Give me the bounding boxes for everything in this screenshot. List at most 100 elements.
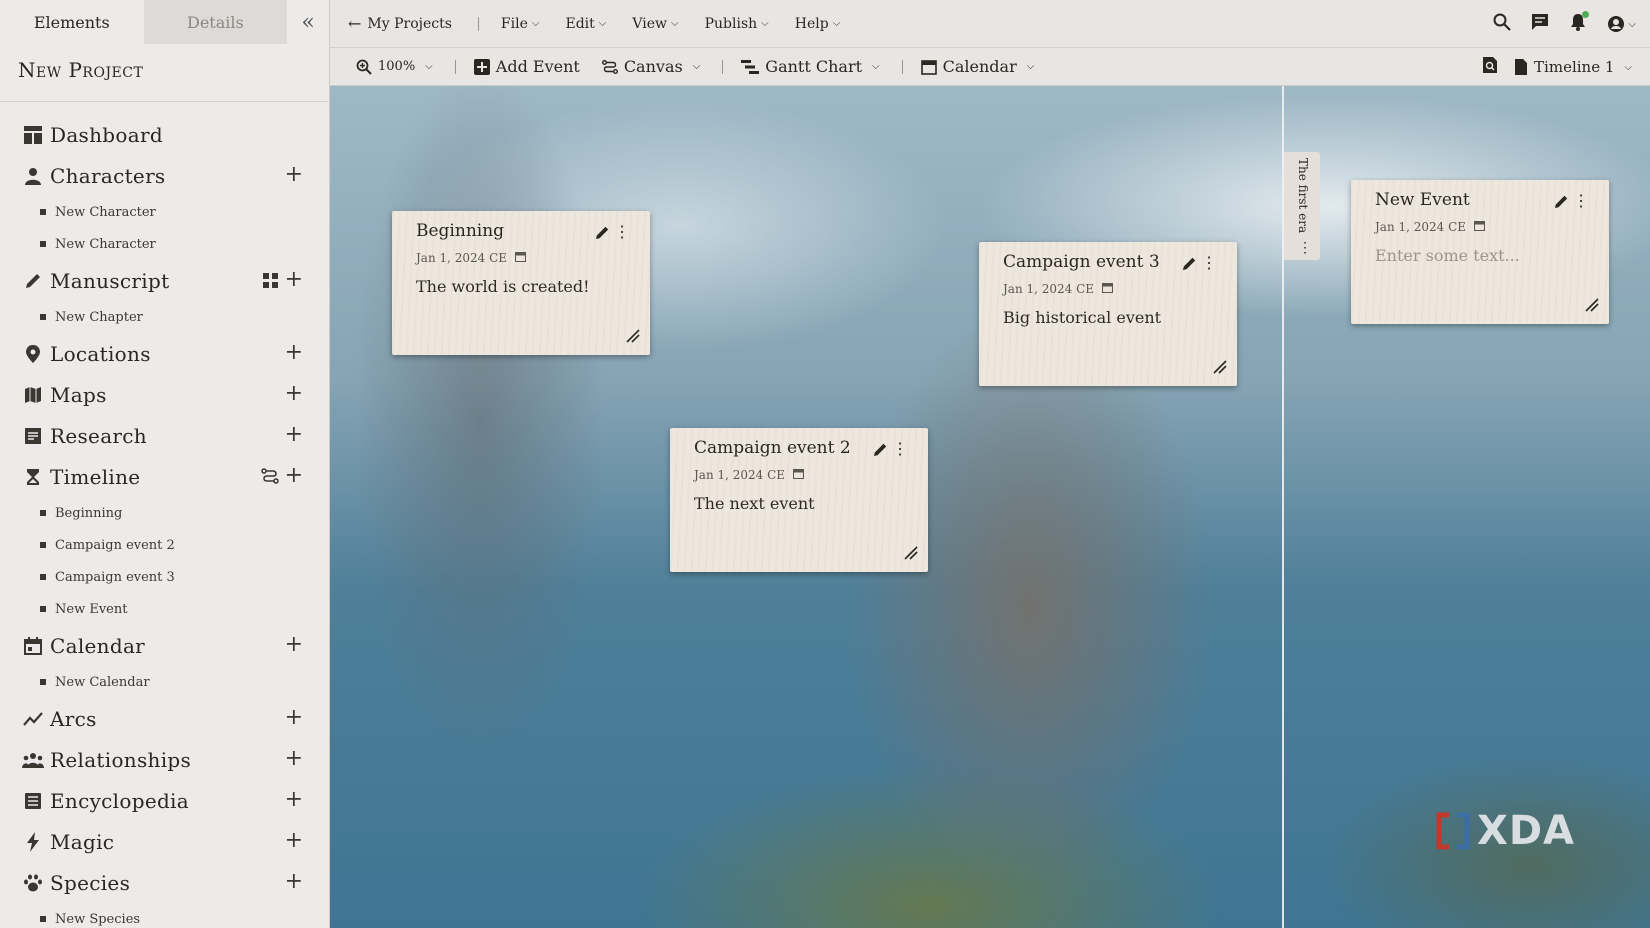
sidebar-item-maps[interactable]: Maps + xyxy=(0,374,329,415)
sidebar-item-dashboard[interactable]: Dashboard xyxy=(0,114,329,155)
menu-file[interactable]: File ⌵ xyxy=(501,16,540,32)
sidebar-nav: Dashboard Characters + New Character New… xyxy=(0,102,329,928)
add-event-button[interactable]: + xyxy=(285,465,303,487)
account-icon[interactable]: ⌵ xyxy=(1607,15,1636,33)
add-species-button[interactable]: + xyxy=(285,871,303,893)
event-description[interactable]: The next event xyxy=(694,494,904,513)
sidebar-item-encyclopedia[interactable]: Encyclopedia + xyxy=(0,780,329,821)
more-vert-icon[interactable]: ⋮ xyxy=(1298,240,1312,256)
gantt-icon xyxy=(741,59,760,74)
add-research-button[interactable]: + xyxy=(285,424,303,446)
add-magic-button[interactable]: + xyxy=(285,830,303,852)
calendar-select[interactable]: Calendar ⌵ xyxy=(920,57,1034,76)
era-tab[interactable]: The first era ⋮ xyxy=(1284,152,1320,260)
more-vert-icon[interactable]: ⋮ xyxy=(1573,193,1589,209)
event-card[interactable]: Campaign event 2 ⋮ Jan 1, 2024 CE The ne… xyxy=(670,428,928,572)
trend-icon xyxy=(22,708,44,730)
gantt-chart-select[interactable]: Gantt Chart ⌵ xyxy=(741,57,880,76)
resize-handle-icon[interactable] xyxy=(904,545,918,564)
search-icon[interactable] xyxy=(1493,13,1512,35)
edit-pencil-icon[interactable] xyxy=(1554,194,1569,213)
canvas-view-select[interactable]: Canvas ⌵ xyxy=(601,57,700,76)
list-item[interactable]: New Species xyxy=(0,903,329,928)
sidebar-item-characters[interactable]: Characters + xyxy=(0,155,329,196)
list-item[interactable]: Campaign event 2 xyxy=(0,529,329,561)
edit-pencil-icon[interactable] xyxy=(595,225,610,244)
subitem-label: Beginning xyxy=(55,505,123,521)
timeline-toolbar: 100% ⌵ Add Event Canvas ⌵ Gantt Chart ⌵ … xyxy=(330,48,1650,86)
event-description[interactable]: The world is created! xyxy=(416,277,626,296)
notification-bell-icon[interactable] xyxy=(1569,11,1590,35)
add-map-button[interactable]: + xyxy=(285,383,303,405)
grid-icon[interactable] xyxy=(261,271,279,289)
list-item[interactable]: New Character xyxy=(0,196,329,228)
subitem-label: New Character xyxy=(55,236,156,252)
add-character-button[interactable]: + xyxy=(285,164,303,186)
collapse-sidebar-icon[interactable]: « xyxy=(287,0,329,44)
sidebar-item-timeline[interactable]: Timeline + xyxy=(0,456,329,497)
add-chapter-button[interactable]: + xyxy=(285,269,303,291)
event-description-placeholder[interactable]: Enter some text... xyxy=(1375,246,1585,265)
chevron-down-icon: ⌵ xyxy=(872,61,880,72)
sidebar-item-calendar[interactable]: Calendar + xyxy=(0,625,329,666)
list-item[interactable]: Campaign event 3 xyxy=(0,561,329,593)
event-date[interactable]: Jan 1, 2024 CE xyxy=(1375,220,1585,234)
add-calendar-button[interactable]: + xyxy=(285,634,303,656)
sidebar-item-label: Magic xyxy=(50,829,115,854)
bullet-icon xyxy=(40,542,46,548)
calendar-small-icon xyxy=(1474,220,1486,234)
resize-handle-icon[interactable] xyxy=(1585,297,1599,316)
resize-handle-icon[interactable] xyxy=(626,328,640,347)
find-in-page-icon[interactable] xyxy=(1482,56,1498,78)
event-card[interactable]: New Event ⋮ Jan 1, 2024 CE Enter some te… xyxy=(1351,180,1609,324)
route-icon[interactable] xyxy=(261,467,279,485)
list-item[interactable]: New Event xyxy=(0,593,329,625)
back-to-projects-button[interactable]: ← My Projects xyxy=(348,14,452,33)
sidebar-item-species[interactable]: Species + xyxy=(0,862,329,903)
list-item[interactable]: New Character xyxy=(0,228,329,260)
edit-pencil-icon[interactable] xyxy=(873,442,888,461)
sidebar-item-locations[interactable]: Locations + xyxy=(0,333,329,374)
sidebar-item-relationships[interactable]: Relationships + xyxy=(0,739,329,780)
add-relationship-button[interactable]: + xyxy=(285,748,303,770)
bullet-icon xyxy=(40,241,46,247)
sidebar-item-magic[interactable]: Magic + xyxy=(0,821,329,862)
menu-view[interactable]: View ⌵ xyxy=(632,16,678,32)
chat-icon[interactable] xyxy=(1531,13,1549,35)
event-date[interactable]: Jan 1, 2024 CE xyxy=(416,251,626,265)
event-date[interactable]: Jan 1, 2024 CE xyxy=(1003,282,1213,296)
add-event-toolbar-button[interactable]: Add Event xyxy=(473,57,580,76)
more-vert-icon[interactable]: ⋮ xyxy=(892,441,908,457)
menu-publish[interactable]: Publish ⌵ xyxy=(705,16,769,32)
timeline-select[interactable]: Timeline 1 ⌵ xyxy=(1514,58,1632,76)
more-vert-icon[interactable]: ⋮ xyxy=(1201,255,1217,271)
event-card[interactable]: Beginning ⋮ Jan 1, 2024 CE The world is … xyxy=(392,211,650,355)
list-item[interactable]: Beginning xyxy=(0,497,329,529)
list-item[interactable]: New Calendar xyxy=(0,666,329,698)
list-item[interactable]: New Chapter xyxy=(0,301,329,333)
edit-pencil-icon[interactable] xyxy=(1182,256,1197,275)
bullet-icon xyxy=(40,916,46,922)
tab-details[interactable]: Details xyxy=(143,0,288,44)
tab-elements[interactable]: Elements xyxy=(0,0,144,44)
sidebar-item-arcs[interactable]: Arcs + xyxy=(0,698,329,739)
zoom-select[interactable]: 100% ⌵ xyxy=(356,59,433,75)
add-encyclopedia-button[interactable]: + xyxy=(285,789,303,811)
resize-handle-icon[interactable] xyxy=(1213,359,1227,378)
add-location-button[interactable]: + xyxy=(285,342,303,364)
sidebar-item-research[interactable]: Research + xyxy=(0,415,329,456)
timeline-canvas[interactable]: The first era ⋮ Beginning ⋮ Jan 1, 2024 … xyxy=(330,86,1650,928)
event-description[interactable]: Big historical event xyxy=(1003,308,1213,327)
document-icon xyxy=(1515,59,1528,75)
menu-help[interactable]: Help ⌵ xyxy=(795,16,841,32)
bullet-icon xyxy=(40,314,46,320)
bullet-icon xyxy=(40,679,46,685)
more-vert-icon[interactable]: ⋮ xyxy=(614,224,630,240)
menu-edit[interactable]: Edit ⌵ xyxy=(565,16,606,32)
divider xyxy=(454,59,456,74)
event-card[interactable]: Campaign event 3 ⋮ Jan 1, 2024 CE Big hi… xyxy=(979,242,1237,386)
person-icon xyxy=(22,165,44,187)
event-date[interactable]: Jan 1, 2024 CE xyxy=(694,468,904,482)
sidebar-item-manuscript[interactable]: Manuscript + xyxy=(0,260,329,301)
add-arc-button[interactable]: + xyxy=(285,707,303,729)
